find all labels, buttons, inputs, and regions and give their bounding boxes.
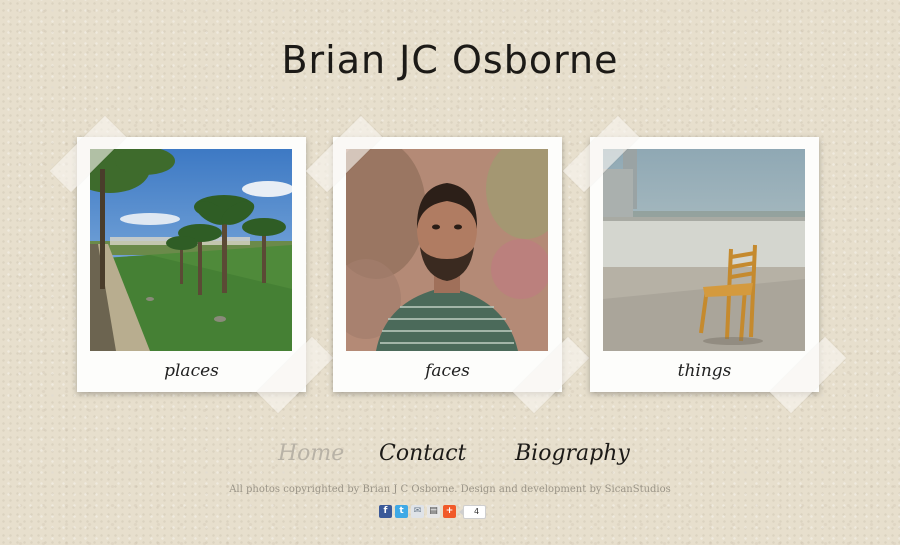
site-title: Brian JC Osborne (281, 38, 619, 82)
palm-trees-park-photo (90, 149, 292, 351)
email-icon[interactable]: ✉ (411, 505, 424, 518)
gallery-card-places[interactable]: places (49, 115, 334, 414)
print-icon[interactable]: ▤ (427, 505, 440, 518)
nav-home-link[interactable]: Home (278, 441, 344, 466)
facebook-icon[interactable]: f (379, 505, 392, 518)
nav-contact-link[interactable]: Contact (379, 441, 466, 466)
twitter-icon[interactable]: t (395, 505, 408, 518)
footer-credits: All photos copyrighted by Brian J C Osbo… (229, 484, 671, 495)
wooden-chair-rooftop-photo (603, 149, 805, 351)
addthis-icon[interactable]: + (443, 505, 456, 518)
share-bar: f t ✉ ▤ + 4 (379, 504, 487, 519)
gallery-card-faces[interactable]: faces (305, 115, 590, 414)
gallery-card-things[interactable]: things (562, 115, 847, 414)
main-nav: Home Contact Biography (0, 441, 900, 475)
bearded-man-portrait-photo (346, 149, 548, 351)
share-count: 4 (458, 504, 487, 519)
nav-biography-link[interactable]: Biography (515, 441, 630, 466)
